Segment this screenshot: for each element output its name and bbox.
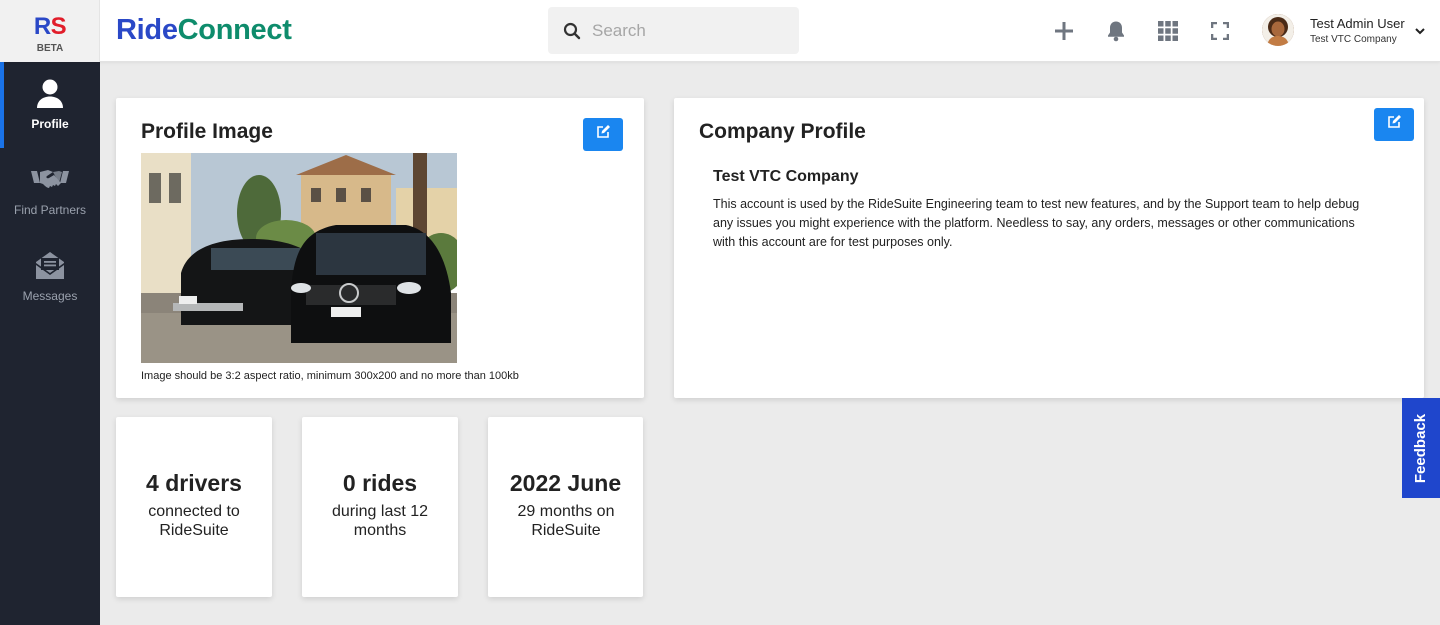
sidebar-item-messages[interactable]: Messages xyxy=(0,234,100,320)
edit-company-profile-button[interactable] xyxy=(1374,108,1414,141)
company-name: Test VTC Company xyxy=(713,168,859,185)
user-icon xyxy=(0,77,100,111)
sidebar-item-label: Profile xyxy=(31,117,69,131)
sidebar: Profile Find Partners Messages xyxy=(0,62,100,625)
sidebar-item-label: Find Partners xyxy=(13,203,87,217)
beta-badge: BETA xyxy=(36,43,64,54)
top-bar: RS BETA RideConnect Test Admin U xyxy=(0,0,1440,62)
stat-card-rides: 0 rides during last 12 months xyxy=(302,417,458,597)
search-icon xyxy=(563,22,581,40)
stat-label: during last 12 months xyxy=(331,503,429,539)
envelope-icon xyxy=(0,249,100,283)
fullscreen-icon[interactable] xyxy=(1208,19,1232,43)
card-title: Company Profile xyxy=(699,120,866,143)
avatar[interactable] xyxy=(1262,14,1294,46)
search-input[interactable] xyxy=(592,15,787,46)
stat-card-drivers: 4 drivers connected to RideSuite xyxy=(116,417,272,597)
brand-name[interactable]: RideConnect xyxy=(116,12,292,48)
plus-icon[interactable] xyxy=(1052,19,1076,43)
search-box[interactable] xyxy=(548,7,799,54)
handshake-icon xyxy=(0,163,100,197)
stat-value: 4 drivers xyxy=(146,470,242,496)
company-description: This account is used by the RideSuite En… xyxy=(713,197,1360,249)
profile-image-card: Profile Image Image should be 3:2 aspect… xyxy=(116,98,644,398)
stat-value: 2022 June xyxy=(509,470,622,496)
stat-label: 29 months on RideSuite xyxy=(517,503,615,539)
sidebar-item-profile[interactable]: Profile xyxy=(0,62,100,148)
company-profile-card: Company Profile Test VTC Company This ac… xyxy=(674,98,1424,398)
profile-photo[interactable] xyxy=(141,153,457,363)
image-requirements-note: Image should be 3:2 aspect ratio, minimu… xyxy=(141,370,519,382)
sidebar-item-find-partners[interactable]: Find Partners xyxy=(0,148,100,234)
edit-icon xyxy=(596,125,610,144)
edit-profile-image-button[interactable] xyxy=(583,118,623,151)
user-name[interactable]: Test Admin User xyxy=(1310,16,1405,31)
app-logo[interactable]: RS BETA xyxy=(0,0,100,62)
bell-icon[interactable] xyxy=(1104,19,1128,43)
apps-grid-icon[interactable] xyxy=(1156,19,1180,43)
logo-mark: RS xyxy=(33,13,67,40)
card-title: Profile Image xyxy=(141,120,273,143)
chevron-down-icon[interactable] xyxy=(1413,24,1427,38)
stat-label: connected to RideSuite xyxy=(148,503,240,539)
stat-value: 0 rides xyxy=(342,470,418,496)
feedback-label: Feedback xyxy=(1412,413,1430,483)
feedback-tab[interactable]: Feedback xyxy=(1402,398,1440,498)
stat-card-member-since: 2022 June 29 months on RideSuite xyxy=(488,417,643,597)
sidebar-item-label: Messages xyxy=(22,289,78,303)
edit-icon xyxy=(1387,115,1401,134)
user-company: Test VTC Company xyxy=(1310,34,1397,45)
